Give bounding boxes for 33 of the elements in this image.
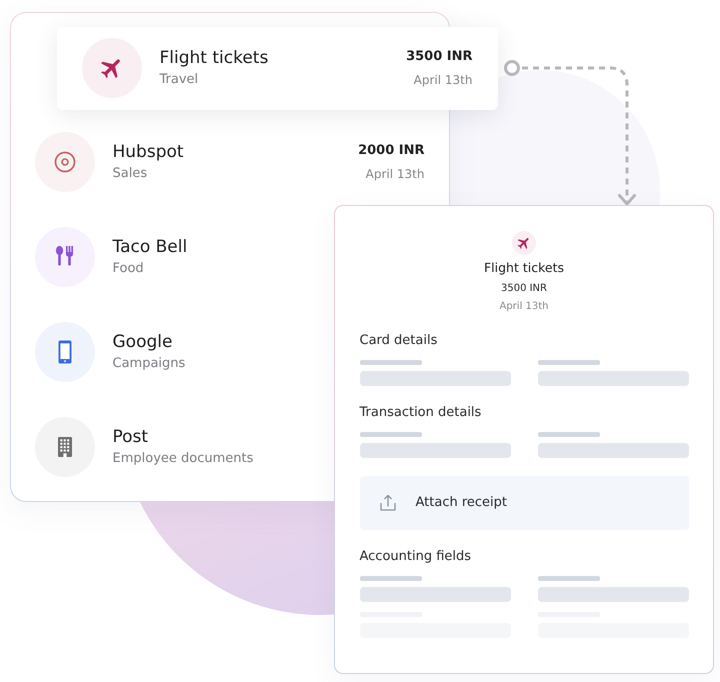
transaction-category: Employee documents: [112, 450, 254, 468]
section-title: Accounting fields: [360, 548, 472, 566]
detail-title: Flight tickets: [484, 258, 564, 276]
transaction-category: Sales: [112, 164, 148, 182]
upload-icon: [380, 494, 396, 511]
transaction-category: Campaigns: [112, 354, 186, 372]
transaction-row[interactable]: Flight tickets Travel 3500 INR April 13th: [56, 26, 498, 110]
target-icon: [34, 132, 94, 192]
smartphone-icon: [34, 322, 94, 382]
transaction-date: April 13th: [414, 72, 472, 89]
transaction-title: Google: [112, 330, 172, 352]
transaction-row[interactable]: Taco Bell Food: [11, 209, 192, 304]
airplane-icon: [82, 38, 142, 98]
transaction-date: April 13th: [366, 166, 424, 182]
transaction-row[interactable]: Hubspot Sales 2000 INR April 13th: [11, 114, 449, 209]
transaction-category: Travel: [160, 71, 198, 89]
detail-date: April 13th: [499, 300, 549, 314]
transaction-category: Food: [112, 260, 144, 278]
transaction-amount: 3500 INR: [406, 48, 472, 66]
detail-amount: 3500 INR: [500, 282, 547, 296]
transaction-title: Taco Bell: [112, 236, 188, 258]
section-title: Card details: [360, 332, 438, 350]
transaction-title: Hubspot: [112, 140, 184, 162]
airplane-icon: [512, 230, 536, 254]
spoon-fork-icon: [34, 226, 94, 286]
building-icon: [34, 416, 94, 476]
attach-receipt-button[interactable]: Attach receipt: [360, 476, 688, 530]
transaction-amount: 2000 INR: [358, 142, 424, 160]
transaction-row[interactable]: Google Campaigns: [11, 304, 190, 399]
transaction-row[interactable]: Post Employee documents: [11, 399, 258, 494]
transaction-title: Post: [112, 426, 148, 448]
transaction-title: Flight tickets: [160, 47, 268, 69]
section-title: Transaction details: [360, 404, 482, 422]
